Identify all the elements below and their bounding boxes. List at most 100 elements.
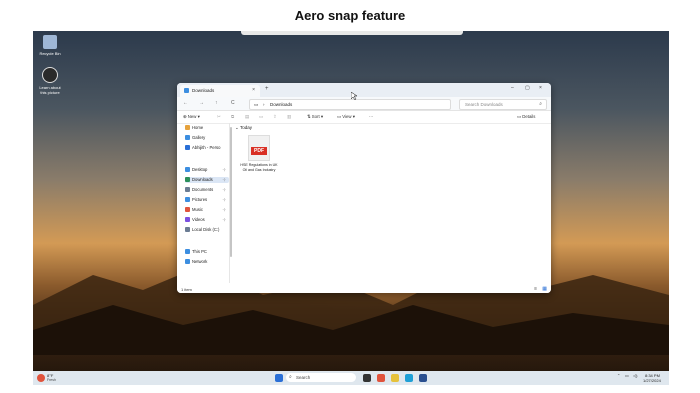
pdf-file-icon: PDF: [248, 135, 270, 161]
tab-close-icon[interactable]: ×: [252, 87, 255, 93]
tab-downloads[interactable]: Downloads ×: [180, 85, 260, 97]
breadcrumb-downloads[interactable]: Downloads: [270, 102, 292, 107]
list-view-icon[interactable]: ≡: [534, 286, 537, 292]
file-explorer-taskbar-icon[interactable]: [391, 374, 399, 382]
title-bar[interactable]: Downloads × + – ▢ ×: [177, 83, 551, 97]
nav-item-this-pc[interactable]: This PC: [185, 249, 229, 255]
nav-item-videos[interactable]: Videos ⊹: [185, 217, 229, 223]
back-button[interactable]: ←: [183, 100, 188, 106]
cloud-icon: [185, 145, 190, 150]
task-view-icon[interactable]: [363, 374, 371, 382]
nav-item-pictures[interactable]: Pictures ⊹: [185, 197, 229, 203]
gallery-icon: [185, 135, 190, 140]
minimize-button[interactable]: –: [511, 85, 514, 91]
nav-item-gallery[interactable]: Gallery: [185, 135, 229, 141]
close-button[interactable]: ×: [539, 85, 542, 91]
group-label: Today: [239, 125, 252, 130]
documents-icon: [185, 187, 190, 192]
desktop-icon-learn[interactable]: Learn about this picture: [36, 67, 64, 95]
network-icon: [185, 259, 190, 264]
new-button[interactable]: ⊕ New ▾: [183, 114, 200, 120]
pin-icon: ⊹: [222, 217, 226, 222]
forward-button[interactable]: →: [199, 100, 204, 106]
network-tray-icon[interactable]: ▭: [625, 373, 629, 378]
nav-label: Home: [192, 125, 204, 130]
group-header-today[interactable]: ⌄ Today: [235, 125, 252, 131]
nav-label: Pictures: [192, 197, 208, 202]
pdf-badge: PDF: [251, 147, 267, 155]
weather-icon[interactable]: [37, 374, 45, 382]
pin-icon: ⊹: [222, 197, 226, 202]
path-box[interactable]: ▭ › Downloads: [249, 99, 451, 110]
drive-icon: [185, 227, 190, 232]
desktop-icon-recycle-bin[interactable]: Recycle Bin: [36, 35, 64, 56]
start-icon[interactable]: [275, 374, 283, 382]
nav-label: Local Disk (C:): [192, 227, 220, 232]
nav-label: Abhijith - Perso: [192, 145, 221, 150]
nav-item-home[interactable]: Home: [185, 125, 229, 131]
clock-date[interactable]: 1/27/2024: [643, 378, 661, 383]
learn-icon: [42, 67, 58, 83]
desktop-screen: Recycle Bin Learn about this picture Dow…: [33, 31, 669, 385]
nav-label: Network: [192, 259, 208, 264]
volume-icon[interactable]: ◁): [633, 373, 637, 378]
pin-icon: ⊹: [222, 177, 226, 182]
view-label: View: [342, 114, 352, 119]
nav-item-desktop[interactable]: Desktop ⊹: [185, 167, 229, 173]
snap-layout-bar[interactable]: [241, 31, 463, 35]
downloads-icon: [184, 88, 189, 93]
refresh-button[interactable]: C: [231, 100, 235, 106]
copy-icon[interactable]: ⧉: [231, 114, 234, 119]
pin-icon: ⊹: [222, 207, 226, 212]
cut-icon[interactable]: ✂: [217, 114, 221, 120]
nav-label: Music: [192, 207, 203, 212]
nav-item-downloads[interactable]: Downloads ⊹: [185, 177, 229, 183]
sort-button[interactable]: ⇅ Sort ▾: [307, 114, 323, 120]
tiles-view-icon[interactable]: ▦: [542, 286, 547, 292]
delete-icon[interactable]: ▥: [287, 114, 291, 120]
nav-label: Gallery: [192, 135, 206, 140]
nav-item-network[interactable]: Network: [185, 259, 229, 265]
rename-icon[interactable]: ▭: [259, 114, 263, 120]
nav-label: Downloads: [192, 177, 213, 182]
tab-label: Downloads: [192, 88, 215, 93]
nav-label: This PC: [192, 249, 207, 254]
maximize-button[interactable]: ▢: [525, 85, 530, 91]
search-input[interactable]: Search Downloads ⌕: [459, 99, 547, 110]
nav-item-onedrive[interactable]: Abhijith - Perso: [185, 145, 229, 151]
taskbar-search-placeholder: Search: [296, 375, 311, 380]
item-count: 1 item: [181, 287, 192, 292]
chevron-right-icon: ›: [263, 102, 265, 107]
new-label: New: [187, 114, 197, 119]
chevron-up-icon[interactable]: ⌃: [617, 373, 620, 378]
file-item[interactable]: PDF HSE Regulations in UK Oil and Gas In…: [239, 135, 279, 172]
search-placeholder: Search Downloads: [465, 102, 503, 107]
nav-item-local-disk[interactable]: Local Disk (C:): [185, 227, 229, 233]
more-options-button[interactable]: ···: [369, 114, 373, 119]
pictures-icon: [185, 197, 190, 202]
share-icon[interactable]: ⇪: [273, 114, 277, 120]
nav-item-documents[interactable]: Documents ⊹: [185, 187, 229, 193]
videos-icon: [185, 217, 190, 222]
taskbar-search-box[interactable]: ⌕ Search: [286, 373, 356, 382]
view-button[interactable]: ▭ View ▾: [337, 114, 355, 120]
new-tab-button[interactable]: +: [265, 86, 269, 92]
search-icon: ⌕: [289, 374, 292, 380]
computer-icon: [185, 249, 190, 254]
paste-icon[interactable]: ▤: [245, 114, 249, 120]
music-icon: [185, 207, 190, 212]
address-bar: ← → ↑ C ▭ › Downloads Search Downloads ⌕: [177, 97, 551, 111]
up-button[interactable]: ↑: [215, 100, 218, 106]
details-button[interactable]: ▭ Details: [517, 114, 535, 120]
download-icon: [185, 177, 190, 182]
store-icon[interactable]: [419, 374, 427, 382]
nav-label: Desktop: [192, 167, 208, 172]
desktop-icon-label: Recycle Bin: [39, 51, 61, 56]
pin-icon: ⊹: [222, 187, 226, 192]
nav-item-music[interactable]: Music ⊹: [185, 207, 229, 213]
recycle-bin-icon: [43, 35, 57, 49]
file-name: HSE Regulations in UK Oil and Gas Indust…: [240, 163, 278, 172]
monitor-icon: ▭: [254, 102, 259, 107]
edge-icon[interactable]: [405, 374, 413, 382]
chrome-icon[interactable]: [377, 374, 385, 382]
